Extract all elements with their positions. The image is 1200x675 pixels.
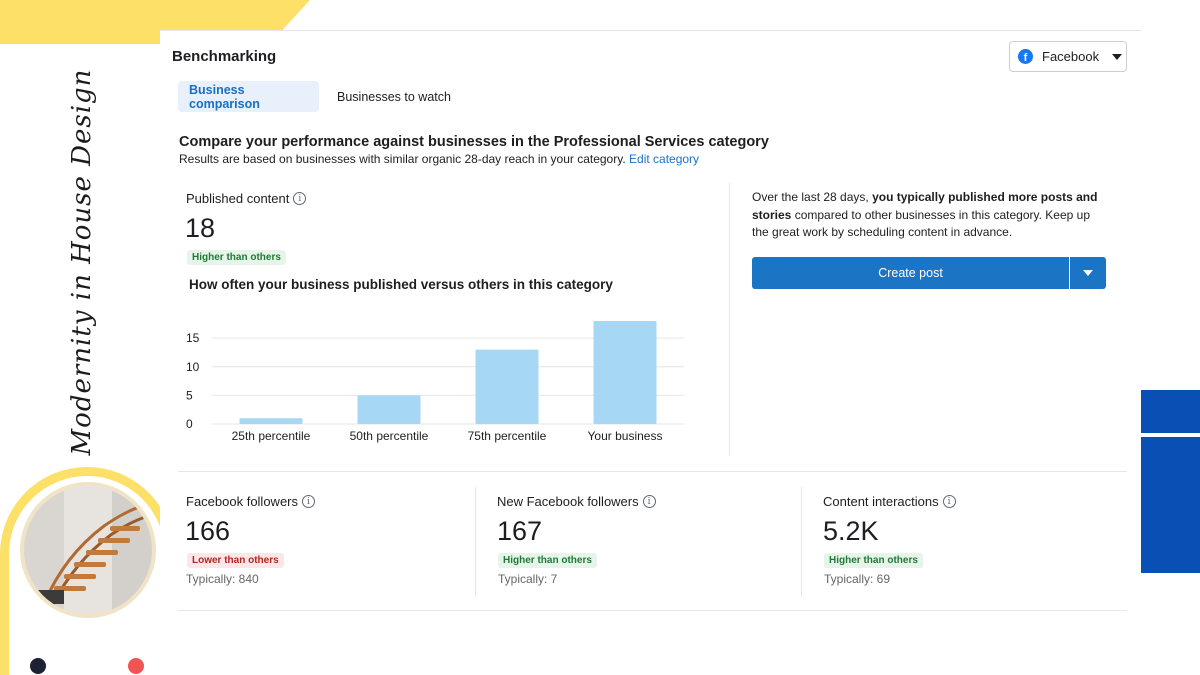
blue-block-bottom — [1141, 437, 1200, 573]
stage: Modernity in House Design Benchmarking f… — [0, 0, 1200, 675]
red-dot — [128, 658, 144, 674]
section-divider-bottom — [178, 610, 1127, 611]
y-tick-label: 10 — [186, 360, 200, 374]
insight-text: Over the last 28 days, you typically pub… — [752, 189, 1102, 242]
edit-category-link[interactable]: Edit category — [629, 152, 699, 166]
published-content-badge: Higher than others — [187, 250, 286, 265]
info-icon[interactable]: i — [942, 495, 956, 508]
x-tick-label: 75th percentile — [468, 429, 547, 443]
interior-staircase-photo — [20, 482, 156, 618]
bar[interactable] — [593, 321, 657, 424]
x-tick-label: 50th percentile — [350, 429, 429, 443]
metric-separator — [801, 487, 802, 597]
metric-typical-content-interactions: Typically: 69 — [824, 572, 891, 586]
platform-select-value: Facebook — [1042, 49, 1100, 64]
metric-separator — [475, 487, 476, 597]
benchmarking-panel: Benchmarking f Facebook Business compari… — [160, 30, 1141, 675]
info-icon[interactable]: i — [302, 495, 315, 508]
page-title: Benchmarking — [172, 48, 277, 65]
chevron-down-icon — [1112, 53, 1123, 60]
metric-label-text: Facebook followers — [186, 494, 298, 509]
metric-typical-new-facebook-followers: Typically: 7 — [498, 572, 558, 586]
info-icon[interactable]: i — [293, 192, 307, 205]
metric-typical-facebook-followers: Typically: 840 — [186, 572, 259, 586]
blue-block-top — [1141, 390, 1200, 433]
dark-dot — [30, 658, 46, 674]
tab-businesses-to-watch[interactable]: Businesses to watch — [326, 81, 462, 112]
published-content-label: Published content i — [186, 191, 307, 206]
chart-title: How often your business published versus… — [189, 277, 613, 292]
comparison-subtext-body: Results are based on businesses with sim… — [179, 152, 626, 166]
metric-value-new-facebook-followers: 167 — [497, 516, 543, 546]
published-content-chart: 0 5 10 15 25th percentile 50th percentile 75th… — [186, 321, 684, 443]
bar[interactable] — [357, 395, 421, 424]
staircase-illustration — [24, 486, 152, 614]
tab-business-comparison[interactable]: Business comparison — [178, 81, 319, 112]
chevron-down-icon — [1083, 270, 1093, 276]
vertical-tagline: Modernity in House Design — [67, 68, 97, 456]
published-content-value: 18 — [185, 213, 216, 243]
metric-label-content-interactions: Content interactions i — [823, 494, 956, 509]
x-tick-label: 25th percentile — [232, 429, 311, 443]
metric-label-new-facebook-followers: New Facebook followers i — [497, 494, 656, 509]
metric-badge-new-facebook-followers: Higher than others — [498, 553, 597, 568]
create-post-options-button[interactable] — [1070, 257, 1106, 289]
metric-badge-facebook-followers: Lower than others — [187, 553, 284, 568]
create-post-button[interactable]: Create post — [752, 257, 1069, 289]
metric-value-facebook-followers: 166 — [185, 516, 231, 546]
insight-suffix: compared to other businesses in this cat… — [752, 207, 1090, 240]
metric-badge-content-interactions: Higher than others — [824, 553, 923, 568]
insight-prefix: Over the last 28 days, — [752, 190, 869, 204]
metric-value-content-interactions: 5.2K — [823, 516, 879, 546]
comparison-subtext: Results are based on businesses with sim… — [179, 152, 699, 166]
comparison-heading: Compare your performance against busines… — [179, 134, 769, 150]
x-tick-label: Your business — [588, 429, 663, 443]
bar[interactable] — [239, 418, 303, 424]
metric-label-facebook-followers: Facebook followers i — [186, 494, 315, 509]
info-icon[interactable]: i — [642, 495, 656, 508]
facebook-icon: f — [1018, 49, 1033, 64]
metric-label-text: Content interactions — [823, 494, 939, 509]
platform-select[interactable]: f Facebook — [1009, 41, 1127, 72]
bar[interactable] — [475, 349, 539, 424]
y-tick-label: 0 — [186, 417, 193, 431]
published-content-label-text: Published content — [186, 191, 290, 206]
section-divider — [178, 471, 1127, 472]
y-tick-label: 15 — [186, 331, 200, 345]
y-tick-label: 5 — [186, 388, 193, 402]
vertical-divider — [729, 183, 730, 456]
metric-label-text: New Facebook followers — [497, 494, 639, 509]
